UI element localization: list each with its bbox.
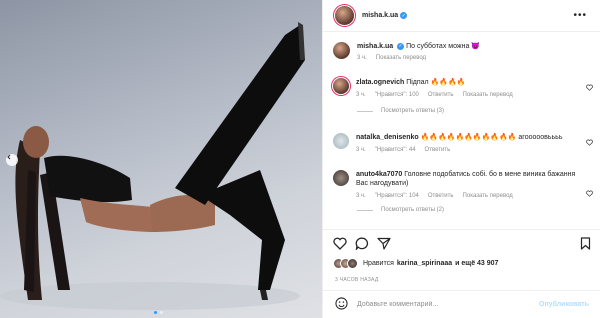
reply-button[interactable]: Ответить <box>428 92 454 98</box>
heart-icon[interactable] <box>586 190 593 197</box>
commenter-avatar[interactable] <box>333 170 349 186</box>
view-replies-label: Посмотреть ответы (2) <box>381 207 445 213</box>
comment-likes[interactable]: "Нравится": 100 <box>375 92 419 98</box>
more-options-icon[interactable]: ••• <box>573 10 587 21</box>
comment-text: Підпал 🔥🔥🔥🔥 <box>406 79 466 86</box>
comment-likes[interactable]: "Нравится": 104 <box>375 193 419 199</box>
author-username[interactable]: misha.k.ua <box>362 12 398 19</box>
caption-text: По субботах можна <box>406 43 470 50</box>
bookmark-icon[interactable] <box>580 237 591 252</box>
instagram-post: misha.k.ua ✓ ••• misha.k.ua ✓ По суббота… <box>0 0 600 318</box>
likes-count[interactable]: и ещё 43 907 <box>455 260 498 267</box>
comment-time: 3 ч. <box>356 147 366 153</box>
comment-item: anuto4ka7070 Головне подобатись собі. бо… <box>333 170 595 213</box>
add-comment-bar: Опубликовать <box>323 290 600 318</box>
commenter-username[interactable]: natalka_denisenko <box>356 134 419 141</box>
comment-time: 3 ч. <box>356 193 366 199</box>
post-actions <box>323 229 600 257</box>
emoji-icon[interactable] <box>335 297 348 312</box>
carousel-dot-active <box>154 311 157 314</box>
comment-time: 3 ч. <box>356 92 366 98</box>
translate-link[interactable]: Показать перевод <box>463 92 513 98</box>
caption-username[interactable]: misha.k.ua <box>357 43 393 50</box>
post-timestamp[interactable]: 3 ЧАСОВ НАЗАД <box>335 277 379 283</box>
comment-text: 🔥🔥🔥🔥🔥🔥🔥🔥🔥🔥🔥 агооооовьььь <box>420 134 563 141</box>
translate-link[interactable]: Показать перевод <box>463 193 513 199</box>
comment-item: natalka_denisenko 🔥🔥🔥🔥🔥🔥🔥🔥🔥🔥🔥 агооооовьь… <box>333 133 595 153</box>
liker-avatar <box>347 258 358 269</box>
heart-icon[interactable] <box>586 84 593 91</box>
previous-photo-button[interactable] <box>6 154 18 166</box>
view-replies-button[interactable]: Посмотреть ответы (3) <box>357 108 595 114</box>
replies-divider <box>357 110 373 112</box>
reply-button[interactable]: Ответить <box>425 147 451 153</box>
verified-badge-icon: ✓ <box>397 42 405 50</box>
liker-username[interactable]: karina_spirinaaa <box>397 260 452 267</box>
comment-likes[interactable]: "Нравится": 44 <box>375 147 416 153</box>
comment-input[interactable] <box>357 301 539 308</box>
comment-icon[interactable] <box>355 237 369 252</box>
carousel-dot <box>160 311 163 314</box>
post-sidebar: misha.k.ua ✓ ••• misha.k.ua ✓ По суббота… <box>322 0 600 318</box>
author-avatar-small[interactable] <box>333 42 350 59</box>
comment-item: zlata.ognevich Підпал 🔥🔥🔥🔥 3 ч. "Нравитс… <box>333 78 595 114</box>
post-image-illustration <box>0 22 305 310</box>
verified-badge-icon: ✓ <box>400 12 408 19</box>
commenter-avatar[interactable] <box>333 133 349 149</box>
author-avatar[interactable] <box>335 6 354 25</box>
caption-translate-link[interactable]: Показать перевод <box>376 55 426 61</box>
heart-icon[interactable] <box>586 139 593 146</box>
post-caption: misha.k.ua ✓ По субботах можна 😈 3 ч. По… <box>333 42 595 61</box>
post-header: misha.k.ua ✓ ••• <box>323 0 600 32</box>
heart-icon[interactable] <box>333 237 347 252</box>
commenter-username[interactable]: zlata.ognevich <box>356 79 404 86</box>
commenter-avatar[interactable] <box>333 78 349 94</box>
commenter-username[interactable]: anuto4ka7070 <box>356 171 402 178</box>
view-replies-label: Посмотреть ответы (3) <box>381 108 445 114</box>
view-replies-button[interactable]: Посмотреть ответы (2) <box>357 207 595 213</box>
caption-time: 3 ч. <box>357 55 367 61</box>
carousel-indicators <box>154 311 163 314</box>
caption-emoji: 😈 <box>471 43 481 50</box>
publish-button[interactable]: Опубликовать <box>539 301 589 308</box>
share-icon[interactable] <box>377 237 391 252</box>
likes-summary: Нравится karina_spirinaaa и ещё 43 907 <box>333 258 498 269</box>
likes-prefix: Нравится <box>363 260 394 267</box>
reply-button[interactable]: Ответить <box>428 193 454 199</box>
post-photo[interactable] <box>0 0 322 318</box>
replies-divider <box>357 209 373 211</box>
